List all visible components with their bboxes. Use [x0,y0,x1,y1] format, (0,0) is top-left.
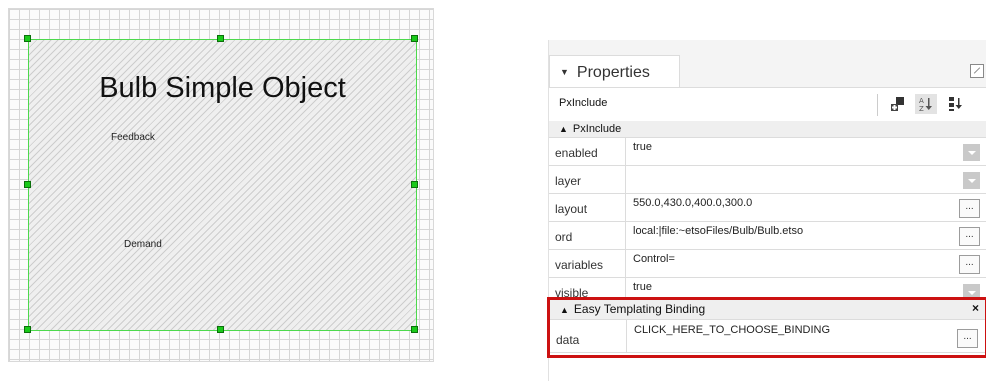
feedback-label: Feedback [111,132,155,143]
add-component-icon[interactable] [887,94,909,114]
binding-section-header[interactable]: ▲ Easy Templating Binding [550,300,985,320]
collapse-up-icon[interactable]: ▲ [560,305,569,315]
section-pxinclude[interactable]: ▲ PxInclude [549,121,986,138]
property-value[interactable]: local:|file:~etsoFiles/Bulb/Bulb.etso [633,225,803,237]
sort-alpha-icon[interactable]: A Z [915,94,937,114]
ellipsis-button[interactable]: ... [959,227,980,246]
resize-handle-top-right[interactable] [411,35,418,42]
easy-templating-binding-section: ▲ Easy Templating Binding × data CLICK_HE… [547,297,986,358]
dropdown-button[interactable] [963,144,980,161]
ellipsis-button[interactable]: ... [957,329,978,348]
resize-handle-bottom[interactable] [217,326,224,333]
binding-value[interactable]: CLICK_HERE_TO_CHOOSE_BINDING [634,324,830,336]
svg-text:A: A [919,97,924,105]
properties-toolbar: PxInclude A Z [549,88,986,120]
maximize-icon[interactable] [970,64,984,78]
property-key: layer [549,166,626,193]
resize-handle-right[interactable] [411,181,418,188]
sort-order-icon[interactable] [945,94,967,114]
tab-properties[interactable]: ▼ Properties [549,55,680,87]
ellipsis-button[interactable]: ... [959,199,980,218]
dropdown-button[interactable] [963,172,980,189]
property-value[interactable]: Control= [633,253,675,265]
property-row-variables: variables Control= ... [549,250,986,278]
wiresheet-canvas[interactable]: Bulb Simple Object Feedback Demand [8,8,434,362]
object-name: PxInclude [559,97,608,109]
property-row-ord: ord local:|file:~etsoFiles/Bulb/Bulb.ets… [549,222,986,250]
property-row-layout: layout 550.0,430.0,400.0,300.0 ... [549,194,986,222]
chevron-down-icon[interactable]: ▼ [560,67,569,77]
demand-label: Demand [124,239,162,250]
ellipsis-button[interactable]: ... [959,255,980,274]
widget-title: Bulb Simple Object [99,72,346,104]
property-key: data [550,320,627,352]
resize-handle-top-left[interactable] [24,35,31,42]
binding-section-title: Easy Templating Binding [573,302,706,316]
property-key: variables [549,250,626,277]
bulb-widget[interactable]: Bulb Simple Object Feedback Demand [28,39,417,331]
property-value[interactable]: 550.0,430.0,400.0,300.0 [633,197,752,209]
svg-text:Z: Z [919,105,924,113]
tab-properties-label: Properties [576,64,650,81]
property-key: ord [549,222,626,249]
collapse-up-icon[interactable]: ▲ [559,124,568,134]
resize-handle-left[interactable] [24,181,31,188]
property-value[interactable]: true [633,281,652,293]
section-pxinclude-title: PxInclude [572,123,622,135]
property-row-layer: layer [549,166,986,194]
property-key: layout [549,194,626,221]
property-row-data: data CLICK_HERE_TO_CHOOSE_BINDING ... [550,320,985,353]
property-key: enabled [549,138,626,165]
property-row-enabled: enabled true [549,138,986,166]
resize-handle-bottom-right[interactable] [411,326,418,333]
close-icon[interactable]: × [972,301,979,315]
resize-handle-top[interactable] [217,35,224,42]
resize-handle-bottom-left[interactable] [24,326,31,333]
property-value[interactable]: true [633,141,652,153]
toolbar-separator [877,94,878,116]
